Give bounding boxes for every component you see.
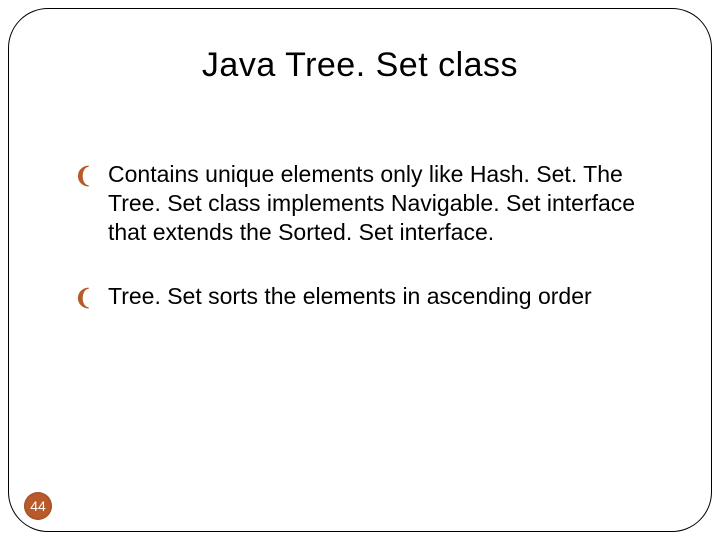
slide-body: ❨ Contains unique elements only like Has…: [74, 160, 660, 347]
bullet-text: Tree. Set sorts the elements in ascendin…: [108, 283, 592, 309]
page-number-badge: 44: [24, 492, 52, 520]
bullet-item: ❨ Tree. Set sorts the elements in ascend…: [74, 282, 660, 311]
slide-title: Java Tree. Set class: [0, 46, 720, 85]
bullet-text: Contains unique elements only like Hash.…: [108, 161, 635, 245]
slide: Java Tree. Set class ❨ Contains unique e…: [0, 0, 720, 540]
bullet-icon: ❨: [74, 284, 92, 312]
bullet-item: ❨ Contains unique elements only like Has…: [74, 160, 660, 246]
bullet-icon: ❨: [74, 162, 92, 190]
